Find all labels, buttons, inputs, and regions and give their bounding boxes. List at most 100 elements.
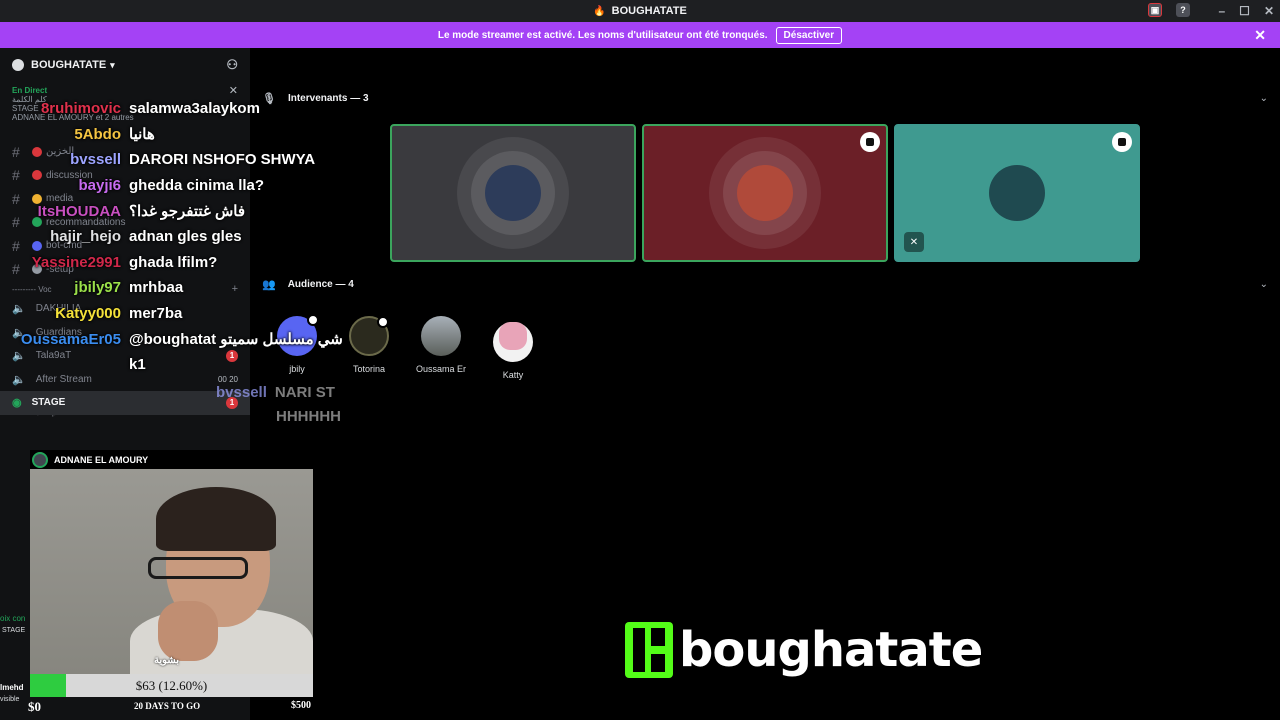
badge-icon: [307, 314, 319, 326]
audience-header: 👥 Audience — 4: [262, 277, 354, 291]
speaking-ring: [709, 137, 821, 249]
stage-view: 🎙 Intervenants — 3 ⌄ ✕ 👥 Audience — 4 ⌄ …: [250, 48, 1280, 720]
window-titlebar: 🔥 BOUGHATATE ▣ ? – ☐ ✕: [0, 0, 1280, 22]
voice-channel-item[interactable]: 🔈 Guardians: [0, 321, 250, 345]
hash-icon: #: [12, 261, 20, 278]
voice-category[interactable]: --------- Voc +: [0, 281, 250, 297]
channel-label: media: [46, 193, 74, 205]
member-name: ADNANE EL AMOURY: [54, 454, 149, 465]
chevron-down-icon[interactable]: ⌄: [1260, 279, 1268, 290]
kick-logo-icon: [625, 622, 673, 678]
chat-username: bvssell: [216, 384, 267, 401]
audience-member[interactable]: Katty: [483, 316, 543, 380]
goal-start: $0: [28, 699, 41, 714]
avatar: [989, 165, 1045, 221]
help-icon[interactable]: ?: [1176, 3, 1190, 17]
chevron-down-icon: ▾: [110, 59, 115, 70]
close-window-button[interactable]: ✕: [1264, 4, 1274, 18]
channel-emoji-icon: [32, 146, 42, 157]
channel-label: Guardians: [35, 326, 82, 338]
avatar: [32, 451, 48, 468]
channel-item[interactable]: # media: [0, 187, 250, 211]
stage-member-row[interactable]: ADNANE EL AMOURY: [30, 450, 313, 469]
add-member-icon[interactable]: ⚇: [226, 57, 238, 73]
hash-icon: #: [12, 143, 20, 160]
category-label: --------- Voc: [12, 284, 52, 294]
maximize-button[interactable]: ☐: [1239, 4, 1250, 18]
channel-item[interactable]: # recommandations: [0, 211, 250, 235]
channel-label: الخزين: [46, 146, 75, 158]
channel-emoji-icon: [32, 170, 42, 181]
avatar: [737, 165, 793, 221]
hash-icon: #: [12, 167, 20, 184]
streamer-mode-banner: Le mode streamer est activé. Les noms d'…: [0, 22, 1280, 48]
brand-logo: boughatate: [625, 622, 983, 678]
webcam-feed: بشوية: [30, 469, 313, 674]
speaker-tile[interactable]: ✕: [894, 124, 1140, 262]
disable-streamer-mode-button[interactable]: Désactiver: [775, 26, 843, 44]
audience-name: Oussama Er: [415, 364, 466, 374]
goal-label: $63 (12.60%): [135, 677, 208, 693]
channel-label: bot-cmd: [46, 240, 83, 252]
close-icon[interactable]: ✕: [229, 84, 238, 97]
window-title: BOUGHATATE: [611, 5, 687, 17]
speaker-icon: 🔈: [12, 326, 26, 339]
microphone-icon: 🎙: [262, 92, 276, 105]
voice-channel-label: STAGE: [2, 627, 26, 634]
channel-item[interactable]: # bot-cmd: [0, 234, 250, 258]
channel-emoji-icon: [32, 193, 42, 204]
avatar: [349, 316, 389, 356]
speaking-ring: [457, 137, 569, 249]
stage-channel-item[interactable]: ◉ STAGE 1: [0, 391, 250, 415]
voice-channel-item[interactable]: 🔈 DAKHILIA: [0, 297, 250, 321]
hash-icon: #: [12, 190, 20, 207]
audience-name: Totorina: [352, 364, 386, 374]
speaker-tile[interactable]: [390, 124, 636, 262]
channel-label: After Stream: [35, 373, 92, 385]
audience-name: jbily: [289, 364, 305, 374]
goal-footer: $0 20 DAYS TO GO $500: [0, 697, 320, 717]
minimize-button[interactable]: –: [1218, 4, 1225, 18]
audience-member[interactable]: Totorina: [339, 316, 399, 374]
channel-label: recommandations: [46, 216, 126, 228]
chat-message-fading: bvssell NARI ST HHHHHH: [216, 381, 341, 429]
channel-label: discussion: [46, 169, 93, 181]
voice-channel-item[interactable]: 🔈 After Stream 00 20: [0, 368, 250, 392]
channel-label: Tala9aT: [35, 350, 72, 362]
chat-text: HHHHHH: [276, 408, 341, 425]
channel-item[interactable]: # الخزين: [0, 140, 250, 164]
channel-label: STAGE: [31, 397, 66, 409]
chevron-down-icon[interactable]: ⌄: [1260, 93, 1268, 104]
goal-progress-fill: [30, 674, 66, 697]
chat-text: NARI ST: [274, 384, 335, 401]
people-icon: 👥: [262, 278, 276, 291]
close-icon[interactable]: ✕: [1254, 27, 1266, 44]
live-stage-card[interactable]: En Direct كلم الكلمة STAGE ADNANE EL AMO…: [0, 82, 250, 140]
live-participants: ADNANE EL AMOURY et 2 autres: [12, 113, 134, 122]
speakers-count: Intervenants — 3: [287, 92, 369, 104]
audience-member[interactable]: jbily: [267, 314, 327, 374]
avatar: [421, 316, 461, 356]
avatar: [277, 314, 319, 356]
server-icon: [12, 59, 24, 71]
webcam-caption: بشوية: [154, 655, 180, 666]
server-header[interactable]: BOUGHATATE ▾ ⚇: [0, 48, 250, 82]
inbox-icon[interactable]: ▣: [1148, 3, 1162, 17]
channel-item[interactable]: # -setup: [0, 258, 250, 282]
badge-icon: [377, 316, 389, 328]
speaker-tile[interactable]: [642, 124, 888, 262]
donation-goal-bar: $63 (12.60%): [30, 674, 313, 697]
add-channel-icon[interactable]: +: [232, 283, 238, 295]
live-status: En Direct: [12, 86, 48, 95]
voice-channel-item[interactable]: 🔈 Tala9aT 1: [0, 344, 250, 368]
voice-connected-label: oix con: [0, 614, 26, 623]
moderator-icon: [1112, 132, 1132, 152]
speaker-icon: 🔈: [12, 350, 26, 363]
goal-remaining: 20 DAYS TO GO: [134, 701, 201, 711]
channel-item[interactable]: # discussion: [0, 164, 250, 188]
audience-member[interactable]: Oussama Er: [411, 316, 471, 374]
mention-badge: 1: [226, 349, 238, 362]
avatar: [493, 322, 533, 362]
speaker-icon: 🔈: [12, 303, 26, 316]
flame-icon: 🔥: [593, 5, 606, 17]
